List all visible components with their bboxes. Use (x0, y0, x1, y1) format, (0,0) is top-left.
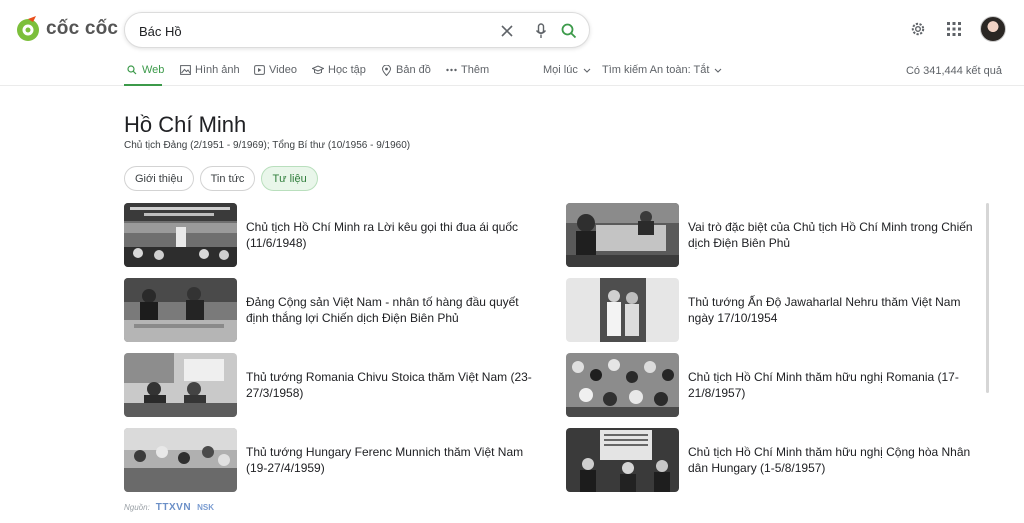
document-title: Vai trò đặc biệt của Chủ tịch Hồ Chí Min… (688, 220, 973, 250)
document-title: Chủ tịch Hồ Chí Minh ra Lời kêu gọi thi … (246, 220, 519, 250)
document-title: Chủ tịch Hồ Chí Minh thăm hữu nghị Cộng … (688, 445, 971, 475)
document-card[interactable]: Thủ tướng Romania Chivu Stoica thăm Việt… (124, 353, 544, 417)
tab-learning-label: Học tập (328, 64, 366, 76)
document-title: Thủ tướng Ấn Độ Jawaharlal Nehru thăm Vi… (688, 295, 961, 325)
tab-web-label: Web (142, 64, 165, 76)
document-thumbnail (566, 428, 679, 492)
chevron-down-icon (581, 64, 593, 76)
microphone-icon[interactable] (531, 21, 551, 41)
chip-introduction[interactable]: Giới thiệu (124, 166, 194, 191)
source-label: Nguồn: (124, 503, 150, 512)
tab-images[interactable]: Hình ảnh (179, 64, 240, 76)
document-thumbnail (566, 353, 679, 417)
tab-images-label: Hình ảnh (195, 64, 240, 76)
time-filter-label: Mọi lúc (543, 64, 578, 76)
tab-learning[interactable]: Học tập (312, 64, 366, 76)
search-icon[interactable] (559, 21, 579, 41)
source-attribution: Nguồn: TTXVN NSK (124, 502, 214, 513)
document-title: Chủ tịch Hồ Chí Minh thăm hữu nghị Roman… (688, 370, 959, 400)
document-card[interactable]: Chủ tịch Hồ Chí Minh thăm hữu nghị Roman… (566, 353, 986, 417)
document-card[interactable]: Chủ tịch Hồ Chí Minh ra Lời kêu gọi thi … (124, 203, 544, 267)
video-icon (253, 64, 265, 76)
time-filter-dropdown[interactable]: Mọi lúc (543, 64, 597, 76)
document-title: Thủ tướng Romania Chivu Stoica thăm Việt… (246, 370, 532, 400)
clear-icon[interactable] (497, 21, 517, 41)
tab-video[interactable]: Video (253, 64, 297, 76)
document-card[interactable]: Chủ tịch Hồ Chí Minh thăm hữu nghị Cộng … (566, 428, 986, 492)
document-title: Thủ tướng Hungary Ferenc Munnich thăm Vi… (246, 445, 524, 475)
entity-title: Hồ Chí Minh (124, 112, 247, 137)
apps-grid-icon[interactable] (942, 17, 966, 41)
map-pin-icon (380, 64, 392, 76)
settings-gear-icon[interactable] (906, 17, 930, 41)
document-card[interactable]: Vai trò đặc biệt của Chủ tịch Hồ Chí Min… (566, 203, 986, 267)
entity-subtitle: Chủ tịch Đảng (2/1951 - 9/1969); Tổng Bí… (124, 140, 411, 151)
tab-maps-label: Bản đồ (396, 64, 431, 76)
document-card[interactable]: Thủ tướng Ấn Độ Jawaharlal Nehru thăm Vi… (566, 278, 986, 342)
tab-web[interactable]: Web (126, 64, 164, 76)
document-thumbnail (124, 203, 237, 267)
document-thumbnail (566, 203, 679, 267)
active-tab-indicator (124, 84, 162, 86)
document-title: Đảng Cộng sản Việt Nam - nhân tố hàng đầ… (246, 295, 519, 325)
chip-documents[interactable]: Tư liệu (261, 166, 318, 191)
search-icon (126, 64, 138, 76)
result-count: Có 341,444 kết quả (905, 65, 1002, 77)
scrollbar[interactable] (986, 203, 989, 393)
document-card[interactable]: Thủ tướng Hungary Ferenc Munnich thăm Vi… (124, 428, 544, 492)
header: cốc cốc (0, 0, 1024, 58)
chevron-down-icon (712, 64, 724, 76)
user-avatar[interactable] (980, 16, 1006, 42)
document-thumbnail (124, 353, 237, 417)
brand-name: cốc cốc (46, 18, 119, 39)
document-thumbnail (566, 278, 679, 342)
graduation-cap-icon (312, 64, 324, 76)
nsk-logo[interactable]: NSK (197, 503, 214, 512)
tab-video-label: Video (269, 64, 297, 76)
safe-search-label: Tìm kiếm An toàn: Tắt (602, 64, 710, 76)
document-thumbnail (124, 428, 237, 492)
search-box (124, 12, 590, 48)
search-tabs: Web Hình ảnh Video Học tập Bản đồ Thêm M… (0, 58, 1024, 86)
more-icon (445, 64, 457, 76)
search-input[interactable] (139, 21, 479, 41)
tab-maps[interactable]: Bản đồ (380, 64, 431, 76)
tab-more[interactable]: Thêm (445, 64, 489, 76)
coccoc-logo-icon (14, 15, 42, 43)
image-icon (179, 64, 191, 76)
chip-news[interactable]: Tin tức (199, 166, 256, 191)
safe-search-dropdown[interactable]: Tìm kiếm An toàn: Tắt (602, 64, 728, 76)
document-card[interactable]: Đảng Cộng sản Việt Nam - nhân tố hàng đầ… (124, 278, 544, 342)
entity-chips: Giới thiệu Tin tức Tư liệu (124, 166, 324, 191)
coccoc-logo[interactable]: cốc cốc (14, 12, 118, 46)
document-thumbnail (124, 278, 237, 342)
ttxvn-logo[interactable]: TTXVN (156, 502, 191, 513)
tab-more-label: Thêm (461, 64, 490, 76)
